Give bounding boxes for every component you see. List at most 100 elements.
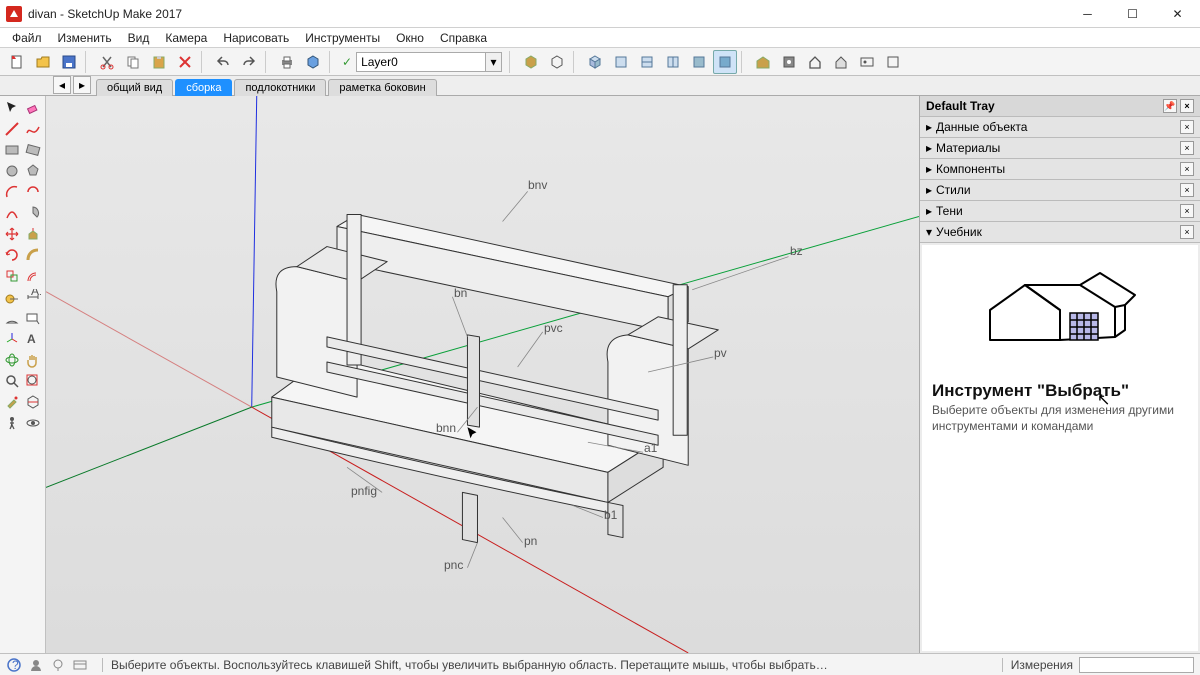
scene-tab-1[interactable]: сборка (175, 79, 232, 96)
tray-header[interactable]: Default Tray 📌 × (920, 96, 1200, 117)
open-icon[interactable] (31, 50, 55, 74)
front-view-icon[interactable] (635, 50, 659, 74)
text-tool-icon[interactable] (23, 308, 43, 328)
scene-prev-icon[interactable]: ◂ (53, 76, 71, 94)
redo-icon[interactable] (237, 50, 261, 74)
menu-draw[interactable]: Нарисовать (215, 29, 297, 47)
panel-close-icon[interactable]: × (1180, 183, 1194, 197)
panel-close-icon[interactable]: × (1180, 225, 1194, 239)
scene-tab-2[interactable]: подлокотники (234, 79, 326, 96)
annot-bnn: bnn (436, 421, 456, 435)
followme-tool-icon[interactable] (23, 245, 43, 265)
paste-icon[interactable] (147, 50, 171, 74)
circle-tool-icon[interactable] (2, 161, 22, 181)
zoom-tool-icon[interactable] (2, 371, 22, 391)
freehand-tool-icon[interactable] (23, 119, 43, 139)
maximize-button[interactable]: ☐ (1110, 0, 1155, 28)
panel-close-icon[interactable]: × (1180, 162, 1194, 176)
3dtext-tool-icon[interactable]: A (23, 329, 43, 349)
panel-close-icon[interactable]: × (1180, 120, 1194, 134)
warehouse-icon[interactable] (751, 50, 775, 74)
right-view-icon[interactable] (661, 50, 685, 74)
panel-shadows[interactable]: ▸Тени× (920, 201, 1200, 221)
panel-entity-info[interactable]: ▸Данные объекта× (920, 117, 1200, 137)
component-icon[interactable] (519, 50, 543, 74)
orbit-tool-icon[interactable] (2, 350, 22, 370)
left-view-icon[interactable] (713, 50, 737, 74)
panel-components[interactable]: ▸Компоненты× (920, 159, 1200, 179)
line-tool-icon[interactable] (2, 119, 22, 139)
menu-camera[interactable]: Камера (157, 29, 215, 47)
menu-view[interactable]: Вид (120, 29, 158, 47)
zoom-extents-tool-icon[interactable] (23, 371, 43, 391)
save-icon[interactable] (57, 50, 81, 74)
panel-styles[interactable]: ▸Стили× (920, 180, 1200, 200)
iso-view-icon[interactable] (583, 50, 607, 74)
new-file-icon[interactable] (5, 50, 29, 74)
status-help-icon[interactable]: ? (6, 657, 22, 673)
print-icon[interactable] (275, 50, 299, 74)
cut-icon[interactable] (95, 50, 119, 74)
arc3-tool-icon[interactable] (2, 203, 22, 223)
back-view-icon[interactable] (687, 50, 711, 74)
rectangle-tool-icon[interactable] (2, 140, 22, 160)
menu-help[interactable]: Справка (432, 29, 495, 47)
status-geo-icon[interactable] (50, 657, 66, 673)
measurements-input[interactable] (1079, 657, 1194, 673)
panel-materials[interactable]: ▸Материалы× (920, 138, 1200, 158)
copy-icon[interactable] (121, 50, 145, 74)
move-tool-icon[interactable] (2, 224, 22, 244)
annot-pv: pv (714, 346, 727, 360)
cube-icon[interactable] (881, 50, 905, 74)
lookaround-tool-icon[interactable] (23, 413, 43, 433)
home-icon[interactable] (803, 50, 827, 74)
close-button[interactable]: ✕ (1155, 0, 1200, 28)
menu-edit[interactable]: Изменить (50, 29, 120, 47)
walk-tool-icon[interactable] (2, 413, 22, 433)
panel-close-icon[interactable]: × (1180, 141, 1194, 155)
home2-icon[interactable] (829, 50, 853, 74)
extension-icon[interactable] (777, 50, 801, 74)
scene-next-icon[interactable]: ▸ (73, 76, 91, 94)
minimize-button[interactable]: ─ (1065, 0, 1110, 28)
pan-tool-icon[interactable] (23, 350, 43, 370)
eraser-tool-icon[interactable] (23, 98, 43, 118)
rotate-tool-icon[interactable] (2, 245, 22, 265)
protractor-tool-icon[interactable] (2, 308, 22, 328)
status-credit-icon[interactable] (72, 657, 88, 673)
viewport-3d[interactable]: bnv bz bn pvc pv bnn a1 pnfig b1 pnc pn (46, 96, 920, 653)
axes-tool-icon[interactable] (2, 329, 22, 349)
scene-tab-0[interactable]: общий вид (96, 79, 173, 96)
panel-close-icon[interactable]: × (1180, 204, 1194, 218)
select-tool-icon[interactable] (2, 98, 22, 118)
menu-file[interactable]: Файл (4, 29, 50, 47)
top-view-icon[interactable] (609, 50, 633, 74)
menu-tools[interactable]: Инструменты (297, 29, 388, 47)
tray-pin-icon[interactable]: 📌 (1163, 99, 1177, 113)
scene-tab-3[interactable]: раметка боковин (328, 79, 436, 96)
paint-tool-icon[interactable] (2, 392, 22, 412)
panel-instructor[interactable]: ▾Учебник× (920, 222, 1200, 242)
tape-tool-icon[interactable] (2, 287, 22, 307)
tray-close-icon[interactable]: × (1180, 99, 1194, 113)
menu-window[interactable]: Окно (388, 29, 432, 47)
dimension-tool-icon[interactable]: A1 (23, 287, 43, 307)
delete-icon[interactable] (173, 50, 197, 74)
arc-tool-icon[interactable] (2, 182, 22, 202)
offset-tool-icon[interactable] (23, 266, 43, 286)
model-info-icon[interactable] (301, 50, 325, 74)
pushpull-tool-icon[interactable] (23, 224, 43, 244)
layer-selector[interactable]: ✓ ▾ (342, 51, 502, 73)
status-user-icon[interactable] (28, 657, 44, 673)
layer-input[interactable] (356, 52, 486, 72)
section-tool-icon[interactable] (23, 392, 43, 412)
polygon-tool-icon[interactable] (23, 161, 43, 181)
arc2-tool-icon[interactable] (23, 182, 43, 202)
group-icon[interactable] (545, 50, 569, 74)
scale-tool-icon[interactable] (2, 266, 22, 286)
scene-icon[interactable] (855, 50, 879, 74)
undo-icon[interactable] (211, 50, 235, 74)
rotated-rect-tool-icon[interactable] (23, 140, 43, 160)
pie-tool-icon[interactable] (23, 203, 43, 223)
layer-dropdown-icon[interactable]: ▾ (486, 52, 502, 72)
